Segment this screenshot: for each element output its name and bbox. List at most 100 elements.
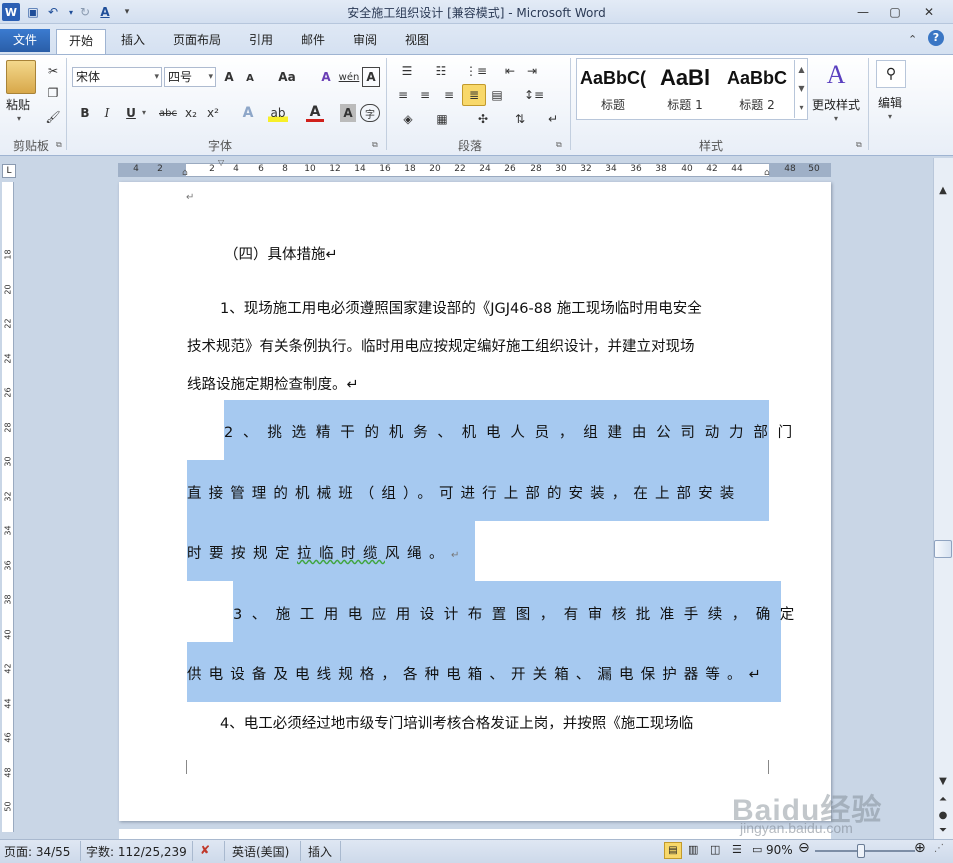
change-styles-dropdown-icon[interactable]: ▾ (834, 114, 838, 123)
resize-grip-icon[interactable]: ⋰ (934, 843, 944, 854)
paste-button[interactable]: 粘贴 (6, 96, 30, 113)
multilevel-list-icon[interactable]: ⋮≡ (462, 62, 490, 80)
zoom-slider[interactable] (815, 850, 915, 852)
editing-button[interactable]: 编辑 (878, 94, 902, 111)
shading-icon[interactable]: ◈ (394, 110, 422, 128)
tab-mailings[interactable]: 邮件 (292, 29, 334, 52)
zoom-slider-handle[interactable] (857, 844, 865, 858)
zoom-in-icon[interactable]: ⊕ (914, 840, 926, 856)
language-indicator[interactable]: 英语(美国) (232, 843, 289, 860)
scroll-thumb[interactable] (934, 540, 952, 558)
align-right-icon[interactable]: ≡ (440, 86, 458, 104)
tab-review[interactable]: 审阅 (344, 29, 386, 52)
change-case-button[interactable]: Aa (274, 67, 300, 87)
superscript-button[interactable]: x² (204, 104, 222, 122)
maximize-icon[interactable]: ▢ (882, 3, 908, 21)
web-layout-icon[interactable]: ◫ (710, 843, 720, 856)
align-left-icon[interactable]: ≡ (394, 86, 412, 104)
left-indent-marker[interactable]: ⌂ (182, 168, 188, 178)
binoculars-icon[interactable]: ⚲ (876, 60, 906, 88)
copy-icon[interactable]: ❐ (44, 84, 62, 102)
proofing-icon[interactable]: ✘ (200, 843, 210, 857)
justify-icon[interactable]: ≣ (462, 84, 486, 106)
scroll-up-icon[interactable]: ▲ (934, 182, 952, 198)
tab-view[interactable]: 视图 (396, 29, 438, 52)
right-indent-marker[interactable]: ⌂ (764, 168, 770, 178)
paste-dropdown-icon[interactable]: ▾ (17, 114, 21, 123)
bold-button[interactable]: B (76, 104, 94, 122)
chevron-down-icon: ▾ (154, 72, 159, 82)
select-browse-object-icon[interactable]: ● (934, 807, 952, 823)
style-title[interactable]: AaBbC( 标题 (578, 60, 648, 118)
next-page-icon[interactable]: ⏷ (934, 822, 952, 838)
char-shading-button[interactable]: A (340, 104, 356, 122)
underline-dropdown-icon[interactable]: ▾ (142, 108, 146, 117)
editing-dropdown-icon[interactable]: ▾ (888, 112, 892, 121)
zoom-level[interactable]: 90% (766, 843, 793, 857)
draft-icon[interactable]: ▭ (752, 843, 762, 856)
borders-icon[interactable]: ▦ (428, 110, 456, 128)
close-icon[interactable]: ✕ (916, 3, 942, 21)
previous-page-icon[interactable]: ⏶ (934, 791, 952, 807)
full-screen-reading-icon[interactable]: ▥ (688, 843, 698, 856)
paste-icon[interactable] (6, 60, 36, 94)
line-spacing-icon[interactable]: ↕≡ (520, 86, 548, 104)
clear-format-icon[interactable]: A (316, 67, 336, 87)
first-line-indent-marker[interactable]: ▽ (218, 158, 224, 167)
highlight-icon[interactable]: ab (268, 104, 288, 122)
font-size-combo[interactable]: 四号 ▾ (164, 67, 216, 87)
outline-icon[interactable]: ☰ (732, 843, 742, 856)
enclose-char-button[interactable]: 字 (360, 104, 380, 122)
insert-mode[interactable]: 插入 (308, 843, 332, 860)
char-border-button[interactable]: A (362, 67, 380, 87)
sort-icon[interactable]: ⇅ (510, 110, 530, 128)
style-heading-1[interactable]: AaBl 标题 1 (650, 60, 720, 118)
align-center-icon[interactable]: ≡ (416, 86, 434, 104)
tab-page-layout[interactable]: 页面布局 (164, 29, 230, 52)
cut-icon[interactable]: ✂ (44, 62, 62, 80)
increase-indent-icon[interactable]: ⇥ (522, 62, 542, 80)
grow-font-icon[interactable]: A (220, 67, 238, 87)
font-launcher-icon[interactable]: ⧉ (372, 140, 378, 150)
style-heading-2[interactable]: AaBbC 标题 2 (722, 60, 792, 118)
page-count[interactable]: 页面: 34/55 (4, 843, 70, 860)
print-layout-icon[interactable]: ▤ (664, 842, 682, 859)
scroll-down-icon[interactable]: ▼ (934, 773, 952, 789)
underline-button[interactable]: U (122, 104, 140, 122)
change-styles-icon[interactable]: A (818, 60, 854, 90)
chinese-layout-icon[interactable]: ✣ (470, 110, 496, 128)
vertical-ruler-tick-label: 18 (3, 249, 13, 260)
numbering-icon[interactable]: ☷ (428, 62, 454, 80)
styles-launcher-icon[interactable]: ⧉ (856, 140, 862, 150)
tab-file[interactable]: 文件 (0, 29, 50, 52)
collapse-ribbon-icon[interactable]: ⌃ (908, 33, 917, 46)
subscript-button[interactable]: x₂ (182, 104, 200, 122)
format-painter-icon[interactable]: 🖌 (44, 108, 62, 126)
style-scroll[interactable]: ▲ ▼ ▾ (794, 60, 808, 118)
tab-home[interactable]: 开始 (56, 29, 106, 54)
style-name: 标题 2 (739, 98, 775, 112)
shrink-font-icon[interactable]: A (242, 69, 258, 87)
strikethrough-button[interactable]: abc (156, 104, 180, 122)
tab-insert[interactable]: 插入 (112, 29, 154, 52)
paragraph-launcher-icon[interactable]: ⧉ (556, 140, 562, 150)
show-marks-icon[interactable]: ↵ (544, 110, 562, 128)
tab-selector[interactable]: L (2, 164, 16, 178)
zoom-out-icon[interactable]: ⊖ (798, 840, 810, 856)
clipboard-launcher-icon[interactable]: ⧉ (56, 140, 62, 150)
word-count[interactable]: 字数: 112/25,239 (86, 843, 187, 860)
vertical-scrollbar[interactable] (933, 158, 953, 839)
distributed-icon[interactable]: ▤ (488, 86, 506, 104)
tab-references[interactable]: 引用 (240, 29, 282, 52)
font-color-button[interactable]: A (306, 104, 324, 122)
change-styles-button[interactable]: 更改样式 (812, 96, 860, 113)
bullets-icon[interactable]: ☰ (394, 62, 420, 80)
ruler-tick-label: 20 (429, 164, 441, 174)
decrease-indent-icon[interactable]: ⇤ (500, 62, 520, 80)
help-icon[interactable]: ? (928, 30, 944, 46)
text-effects-button[interactable]: A (238, 104, 258, 122)
minimize-icon[interactable]: — (850, 3, 876, 21)
font-name-combo[interactable]: 宋体 ▾ (72, 67, 162, 87)
phonetic-guide-button[interactable]: wén (338, 67, 360, 87)
italic-button[interactable]: I (98, 104, 116, 122)
